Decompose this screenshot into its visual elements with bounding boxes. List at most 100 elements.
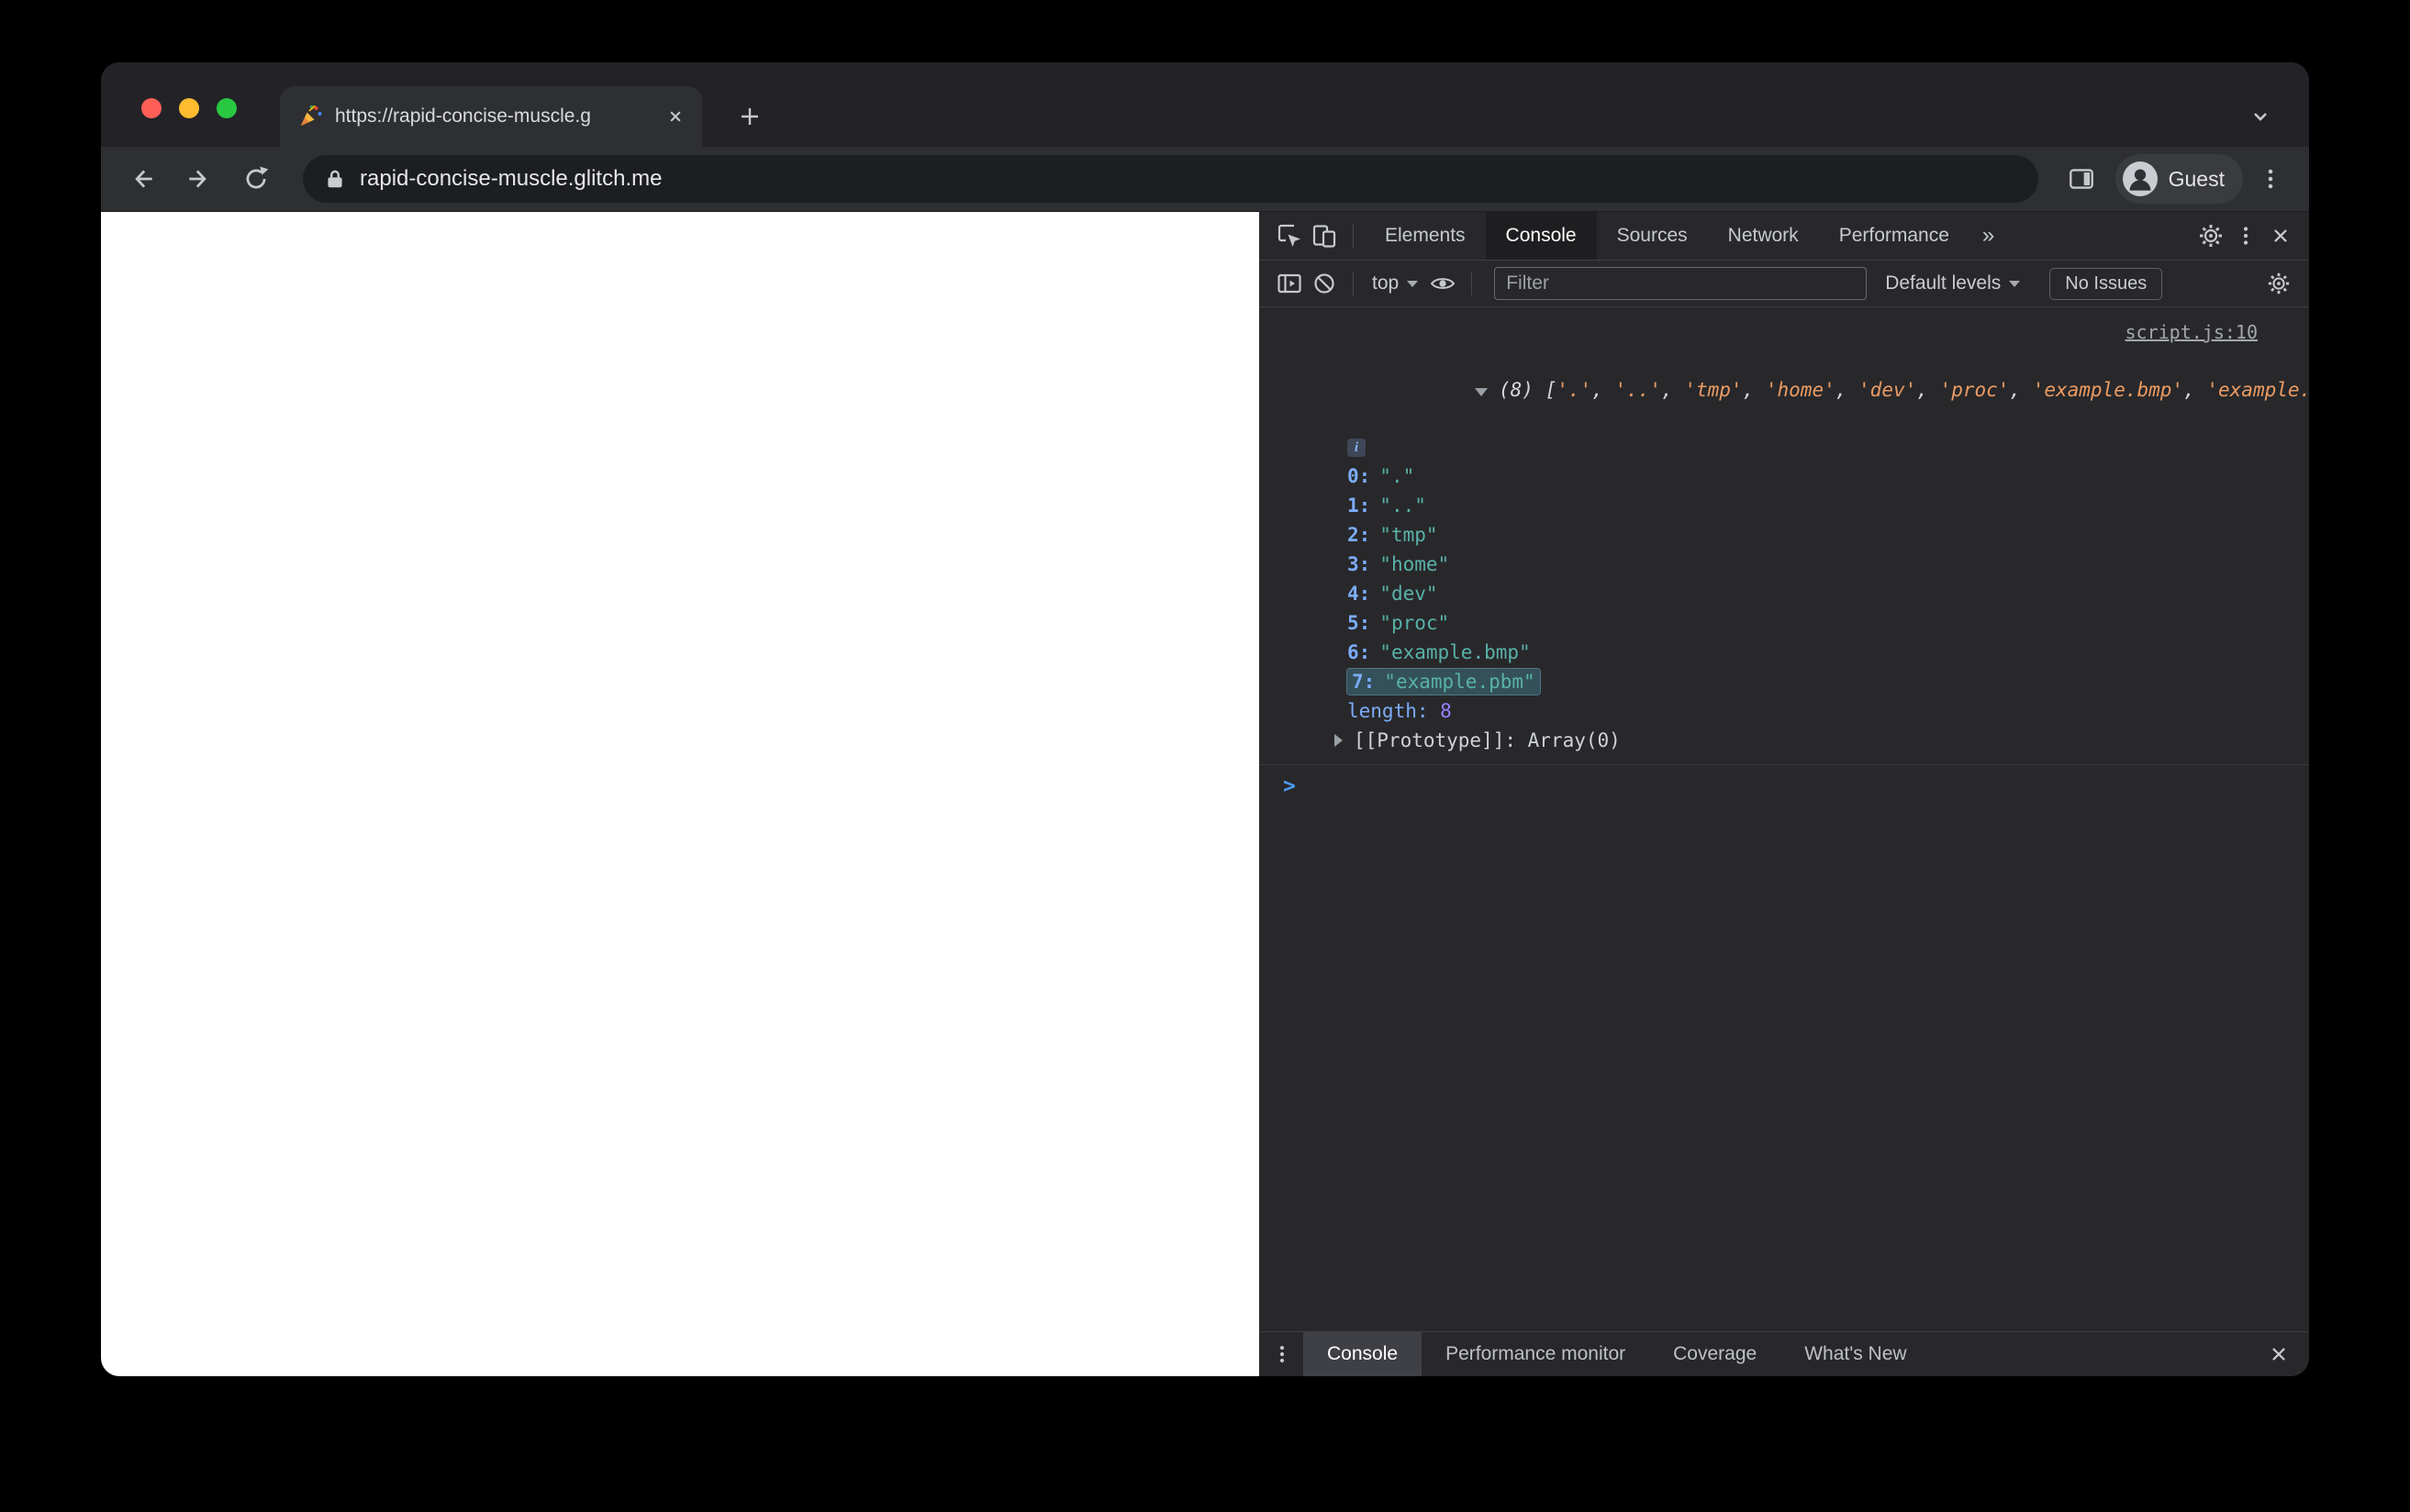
close-window-button[interactable] [141,98,162,118]
length-value: 8 [1440,700,1452,722]
drawer-tab-performance-monitor[interactable]: Performance monitor [1422,1332,1649,1376]
preview-item: '..' [1614,379,1662,401]
profile-label: Guest [2168,166,2225,191]
console-toolbar: top Default levels [1259,261,2309,307]
preview-sep: , [2183,379,2207,401]
clear-console-icon[interactable] [1307,266,1342,301]
console-settings-gear-icon[interactable] [2261,266,2296,301]
array-entry-row: 4: "dev" [1259,579,2309,608]
drawer-menu-kebab-icon[interactable] [1266,1337,1298,1372]
profile-chip[interactable]: Guest [2114,154,2243,204]
prototype-label: [[Prototype]]: [1354,729,1528,751]
array-entry-row: 0: "." [1259,461,2309,491]
tab-close-icon[interactable] [662,103,689,130]
drawer-tab-console[interactable]: Console [1303,1332,1423,1376]
log-level-label: Default levels [1885,272,2002,294]
preview-sep: , [2009,379,2033,401]
tab-console[interactable]: Console [1485,212,1597,260]
preview-item: 'proc' [1939,379,2010,401]
preview-item: '.' [1556,379,1592,401]
no-issues-counter[interactable]: No Issues [2049,267,2163,300]
tab-strip-chevron-icon[interactable] [2243,99,2278,134]
console-sidebar-icon[interactable] [1272,266,1307,301]
filter-input[interactable] [1494,267,1868,300]
tab-network[interactable]: Network [1708,212,1819,260]
log-level-selector[interactable]: Default levels [1878,272,2027,295]
array-entry-row-selected: 7: "example.pbm" [1259,667,2309,696]
entry-index: 1: [1347,495,1371,517]
drawer-tab-whats-new[interactable]: What's New [1780,1332,1930,1376]
preview-sep: , [1835,379,1859,401]
separator [1471,272,1473,295]
inspect-element-icon[interactable] [1272,218,1307,253]
browser-menu-kebab-icon[interactable] [2252,158,2289,200]
console-prompt: > [1283,774,1296,798]
entry-index: 7: [1352,671,1376,693]
context-selector-label: top [1372,272,1400,294]
close-devtools-icon[interactable] [2263,218,2298,253]
minimize-window-button[interactable] [179,98,199,118]
window-content: Elements Console Sources Network Perform… [101,212,2309,1376]
prototype-row: [[Prototype]]: Array(0) [1259,726,2309,755]
desktop-background: https://rapid-concise-muscle.g rapid-con… [0,0,2410,1512]
selection-highlight: 7: "example.pbm" [1347,669,1540,695]
more-tabs-button[interactable]: » [1969,223,2007,249]
entry-index: 2: [1347,524,1371,546]
preview-item: 'example.bmp' [2032,379,2184,401]
length-label: length: [1347,700,1441,722]
entry-value: "tmp" [1379,524,1438,546]
forward-icon[interactable] [178,158,220,200]
entry-index: 6: [1347,641,1371,663]
reload-icon[interactable] [235,158,277,200]
party-popper-icon [296,103,324,130]
devtools-panel: Elements Console Sources Network Perform… [1259,212,2309,1376]
back-icon[interactable] [121,158,163,200]
collapse-triangle-icon[interactable] [1475,388,1489,396]
entry-index: 0: [1347,465,1371,487]
entry-value: "." [1379,465,1415,487]
devtools-tabbar: Elements Console Sources Network Perform… [1259,212,2309,261]
context-selector[interactable]: top [1365,272,1425,295]
devtools-settings-gear-icon[interactable] [2193,218,2228,253]
array-entry-row: 3: "home" [1259,550,2309,579]
array-entry-row: 5: "proc" [1259,608,2309,638]
entry-value: ".." [1379,495,1426,517]
bracket-open: [ [1545,379,1557,401]
address-bar[interactable]: rapid-concise-muscle.glitch.me [303,155,2038,203]
preview-sep: , [1742,379,1766,401]
array-entry-row: 1: ".." [1259,491,2309,520]
tab-sources[interactable]: Sources [1597,212,1708,260]
eye-icon[interactable] [1425,266,1460,301]
entry-index: 3: [1347,553,1371,575]
array-preview-line: (8) ['.', '..', 'tmp', 'home', 'dev', 'p… [1259,346,2309,434]
browser-toolbar: rapid-concise-muscle.glitch.me Guest [101,147,2309,212]
tab-performance[interactable]: Performance [1819,212,1969,260]
array-length-row: length: 8 [1259,696,2309,726]
devtools-menu-kebab-icon[interactable] [2228,218,2263,253]
preview-sep: , [1591,379,1615,401]
side-panel-icon[interactable] [2060,158,2103,200]
url-text: rapid-concise-muscle.glitch.me [360,166,663,191]
tab-elements[interactable]: Elements [1365,212,1486,260]
source-link[interactable]: script.js:10 [2125,321,2259,343]
entry-value: "home" [1379,553,1450,575]
browser-tab[interactable]: https://rapid-concise-muscle.g [280,86,702,147]
tab-title: https://rapid-concise-muscle.g [335,106,591,127]
separator [1353,224,1354,248]
array-entry-row: 6: "example.bmp" [1259,638,2309,667]
preview-sep: , [1916,379,1940,401]
lock-icon [323,167,347,191]
close-drawer-icon[interactable] [2261,1337,2296,1372]
drawer-tab-coverage[interactable]: Coverage [1649,1332,1780,1376]
console-message: script.js:10 (8) ['.', '..', 'tmp', 'hom… [1259,318,2309,765]
console-output: script.js:10 (8) ['.', '..', 'tmp', 'hom… [1259,307,2309,1331]
zoom-window-button[interactable] [217,98,237,118]
new-tab-button[interactable] [732,99,767,134]
separator [1353,272,1354,295]
console-input-row[interactable]: > [1259,765,2309,798]
expand-triangle-icon[interactable] [1334,734,1343,747]
browser-titlebar: https://rapid-concise-muscle.g [101,62,2309,147]
device-toolbar-icon[interactable] [1307,218,1342,253]
prototype-value: Array(0) [1527,729,1621,751]
preview-item: 'tmp' [1684,379,1743,401]
